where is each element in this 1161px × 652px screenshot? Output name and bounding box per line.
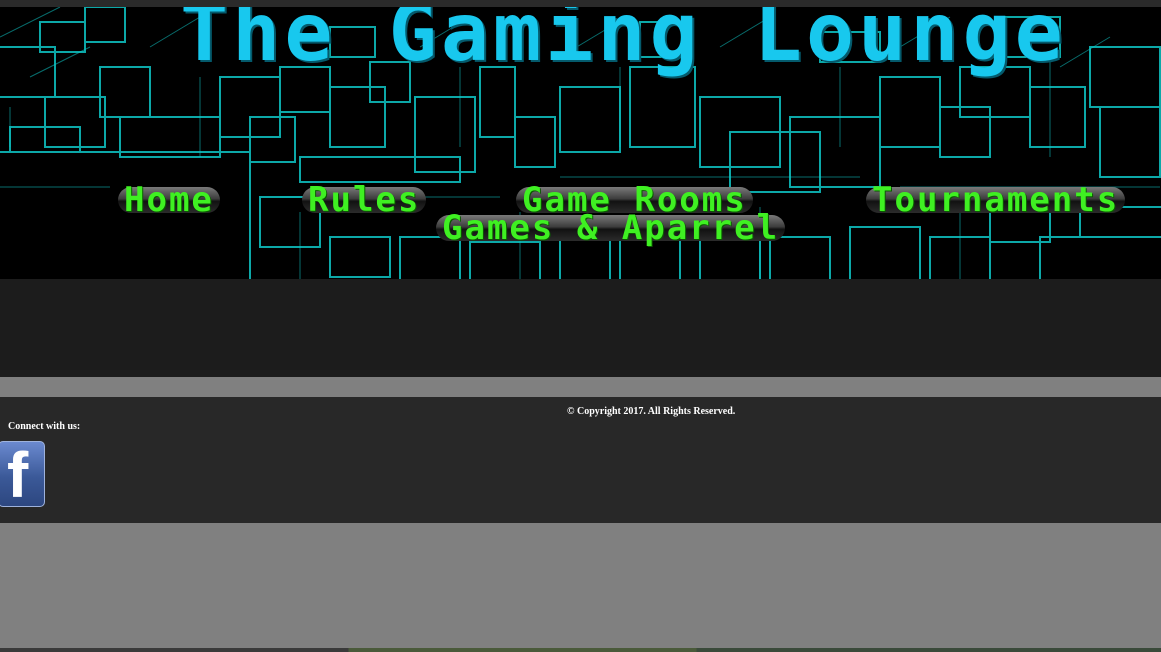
page: The Gaming Lounge Home Rules Game Rooms … xyxy=(0,0,1161,652)
site-header: The Gaming Lounge Home Rules Game Rooms … xyxy=(0,7,1161,279)
site-footer: © Copyright 2017. All Rights Reserved. C… xyxy=(0,397,1161,523)
nav-games-apparel-link[interactable]: Games & Aparrel xyxy=(436,211,786,245)
content-area xyxy=(0,279,1161,377)
bottom-strip xyxy=(0,648,1161,652)
facebook-icon[interactable]: f xyxy=(0,441,45,507)
facebook-glyph: f xyxy=(7,441,29,507)
nav-rules-link[interactable]: Rules xyxy=(302,183,427,217)
copyright-text: © Copyright 2017. All Rights Reserved. xyxy=(567,406,736,417)
nav-tournaments-link[interactable]: Tournaments xyxy=(866,183,1126,217)
site-title: The Gaming Lounge xyxy=(180,7,1067,79)
top-strip xyxy=(0,0,1161,7)
nav-home-link[interactable]: Home xyxy=(118,183,220,217)
connect-label: Connect with us: xyxy=(8,421,81,432)
